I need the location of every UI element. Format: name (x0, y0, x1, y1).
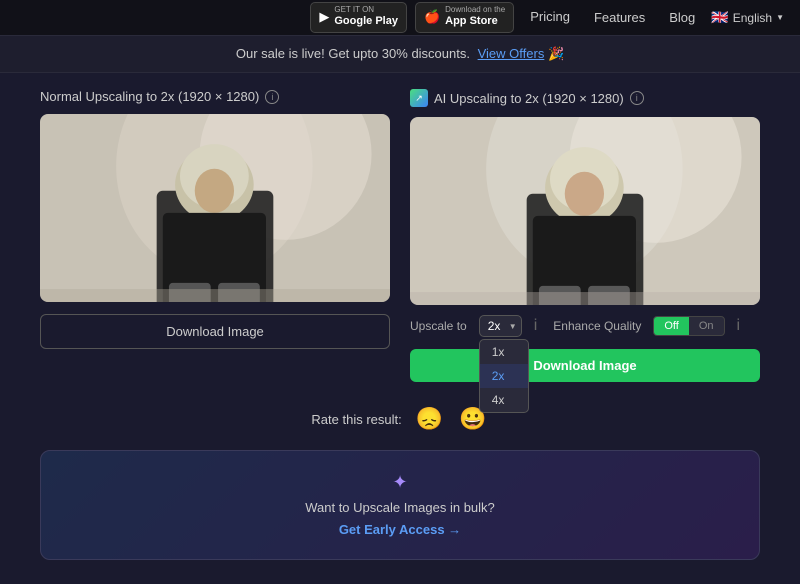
google-play-icon: ▶ (319, 9, 329, 25)
right-image (410, 117, 760, 305)
toggle-on-button[interactable]: On (689, 317, 724, 335)
view-offers-link[interactable]: View Offers (478, 46, 545, 61)
right-info-icon[interactable]: i (630, 91, 644, 105)
party-icon: 🎉 (548, 46, 564, 61)
google-play-label: Google Play (334, 14, 398, 28)
rate-label: Rate this result: (311, 412, 401, 427)
google-play-sub: GET IT ON (334, 6, 398, 14)
sad-rating-button[interactable]: 😞 (414, 404, 445, 434)
right-download-button[interactable]: Download Image (410, 349, 760, 382)
main-content: Normal Upscaling to 2x (1920 × 1280) i (0, 73, 800, 584)
upscale-controls-row: Upscale to 1x 2x 4x ▼ 1x 2x 4x (410, 315, 760, 337)
upscale-dropdown: 1x 2x 4x (479, 339, 529, 413)
upscale-select-wrapper: 1x 2x 4x ▼ 1x 2x 4x (479, 315, 522, 337)
upscale-select[interactable]: 1x 2x 4x (479, 315, 522, 337)
app-store-button[interactable]: 🍎 Download on the App Store (415, 2, 514, 32)
left-info-icon[interactable]: i (265, 90, 279, 104)
left-panel: Normal Upscaling to 2x (1920 × 1280) i (40, 89, 390, 349)
app-store-label: App Store (445, 14, 505, 28)
google-play-button[interactable]: ▶ GET IT ON Google Play (310, 2, 407, 32)
toggle-off-button[interactable]: Off (654, 317, 688, 335)
chevron-down-icon: ▼ (776, 13, 784, 22)
sale-text: Our sale is live! Get upto 30% discounts… (236, 46, 470, 61)
dropdown-item-4x[interactable]: 4x (480, 388, 528, 412)
early-access-link[interactable]: Get Early Access → (339, 522, 461, 537)
app-store-sub: Download on the (445, 6, 505, 14)
blog-nav-button[interactable]: Blog (661, 6, 703, 29)
apple-icon: 🍎 (424, 9, 440, 25)
upscale-info-icon[interactable]: i (534, 317, 538, 335)
navbar: ▶ GET IT ON Google Play 🍎 Download on th… (0, 0, 800, 36)
right-panel-title: ↗ AI Upscaling to 2x (1920 × 1280) i (410, 89, 760, 107)
enhance-quality-label: Enhance Quality (553, 319, 641, 333)
sale-banner: Our sale is live! Get upto 30% discounts… (0, 36, 800, 73)
enhance-info-icon[interactable]: i (737, 317, 741, 335)
bulk-cta-section: ✦ Want to Upscale Images in bulk? Get Ea… (40, 450, 760, 560)
pricing-nav-button[interactable]: Pricing (522, 5, 578, 28)
left-image (40, 114, 390, 302)
features-nav-button[interactable]: Features (586, 6, 653, 29)
language-label: English (733, 11, 772, 25)
rating-section: Rate this result: 😞 😀 (40, 404, 760, 434)
right-panel-controls: Upscale to 1x 2x 4x ▼ 1x 2x 4x (410, 315, 760, 382)
bulk-cta-text: Want to Upscale Images in bulk? (61, 500, 739, 515)
bulk-cta-icon: ✦ (61, 471, 739, 494)
flag-icon: 🇬🇧 (711, 9, 728, 26)
left-download-button[interactable]: Download Image (40, 314, 390, 349)
ai-upscale-icon: ↗ (410, 89, 428, 107)
left-panel-title-text: Normal Upscaling to 2x (1920 × 1280) (40, 89, 259, 104)
right-panel: ↗ AI Upscaling to 2x (1920 × 1280) i (410, 89, 760, 382)
dropdown-item-1x[interactable]: 1x (480, 340, 528, 364)
compare-section: Normal Upscaling to 2x (1920 × 1280) i (40, 89, 760, 382)
left-panel-title: Normal Upscaling to 2x (1920 × 1280) i (40, 89, 390, 104)
upscale-label: Upscale to (410, 319, 467, 333)
enhance-toggle: Off On (653, 316, 724, 336)
right-panel-title-text: AI Upscaling to 2x (1920 × 1280) (434, 91, 624, 106)
language-button[interactable]: 🇬🇧 English ▼ (711, 9, 784, 26)
dropdown-item-2x[interactable]: 2x (480, 364, 528, 388)
pricing-nav-wrapper: Pricing (522, 5, 578, 30)
